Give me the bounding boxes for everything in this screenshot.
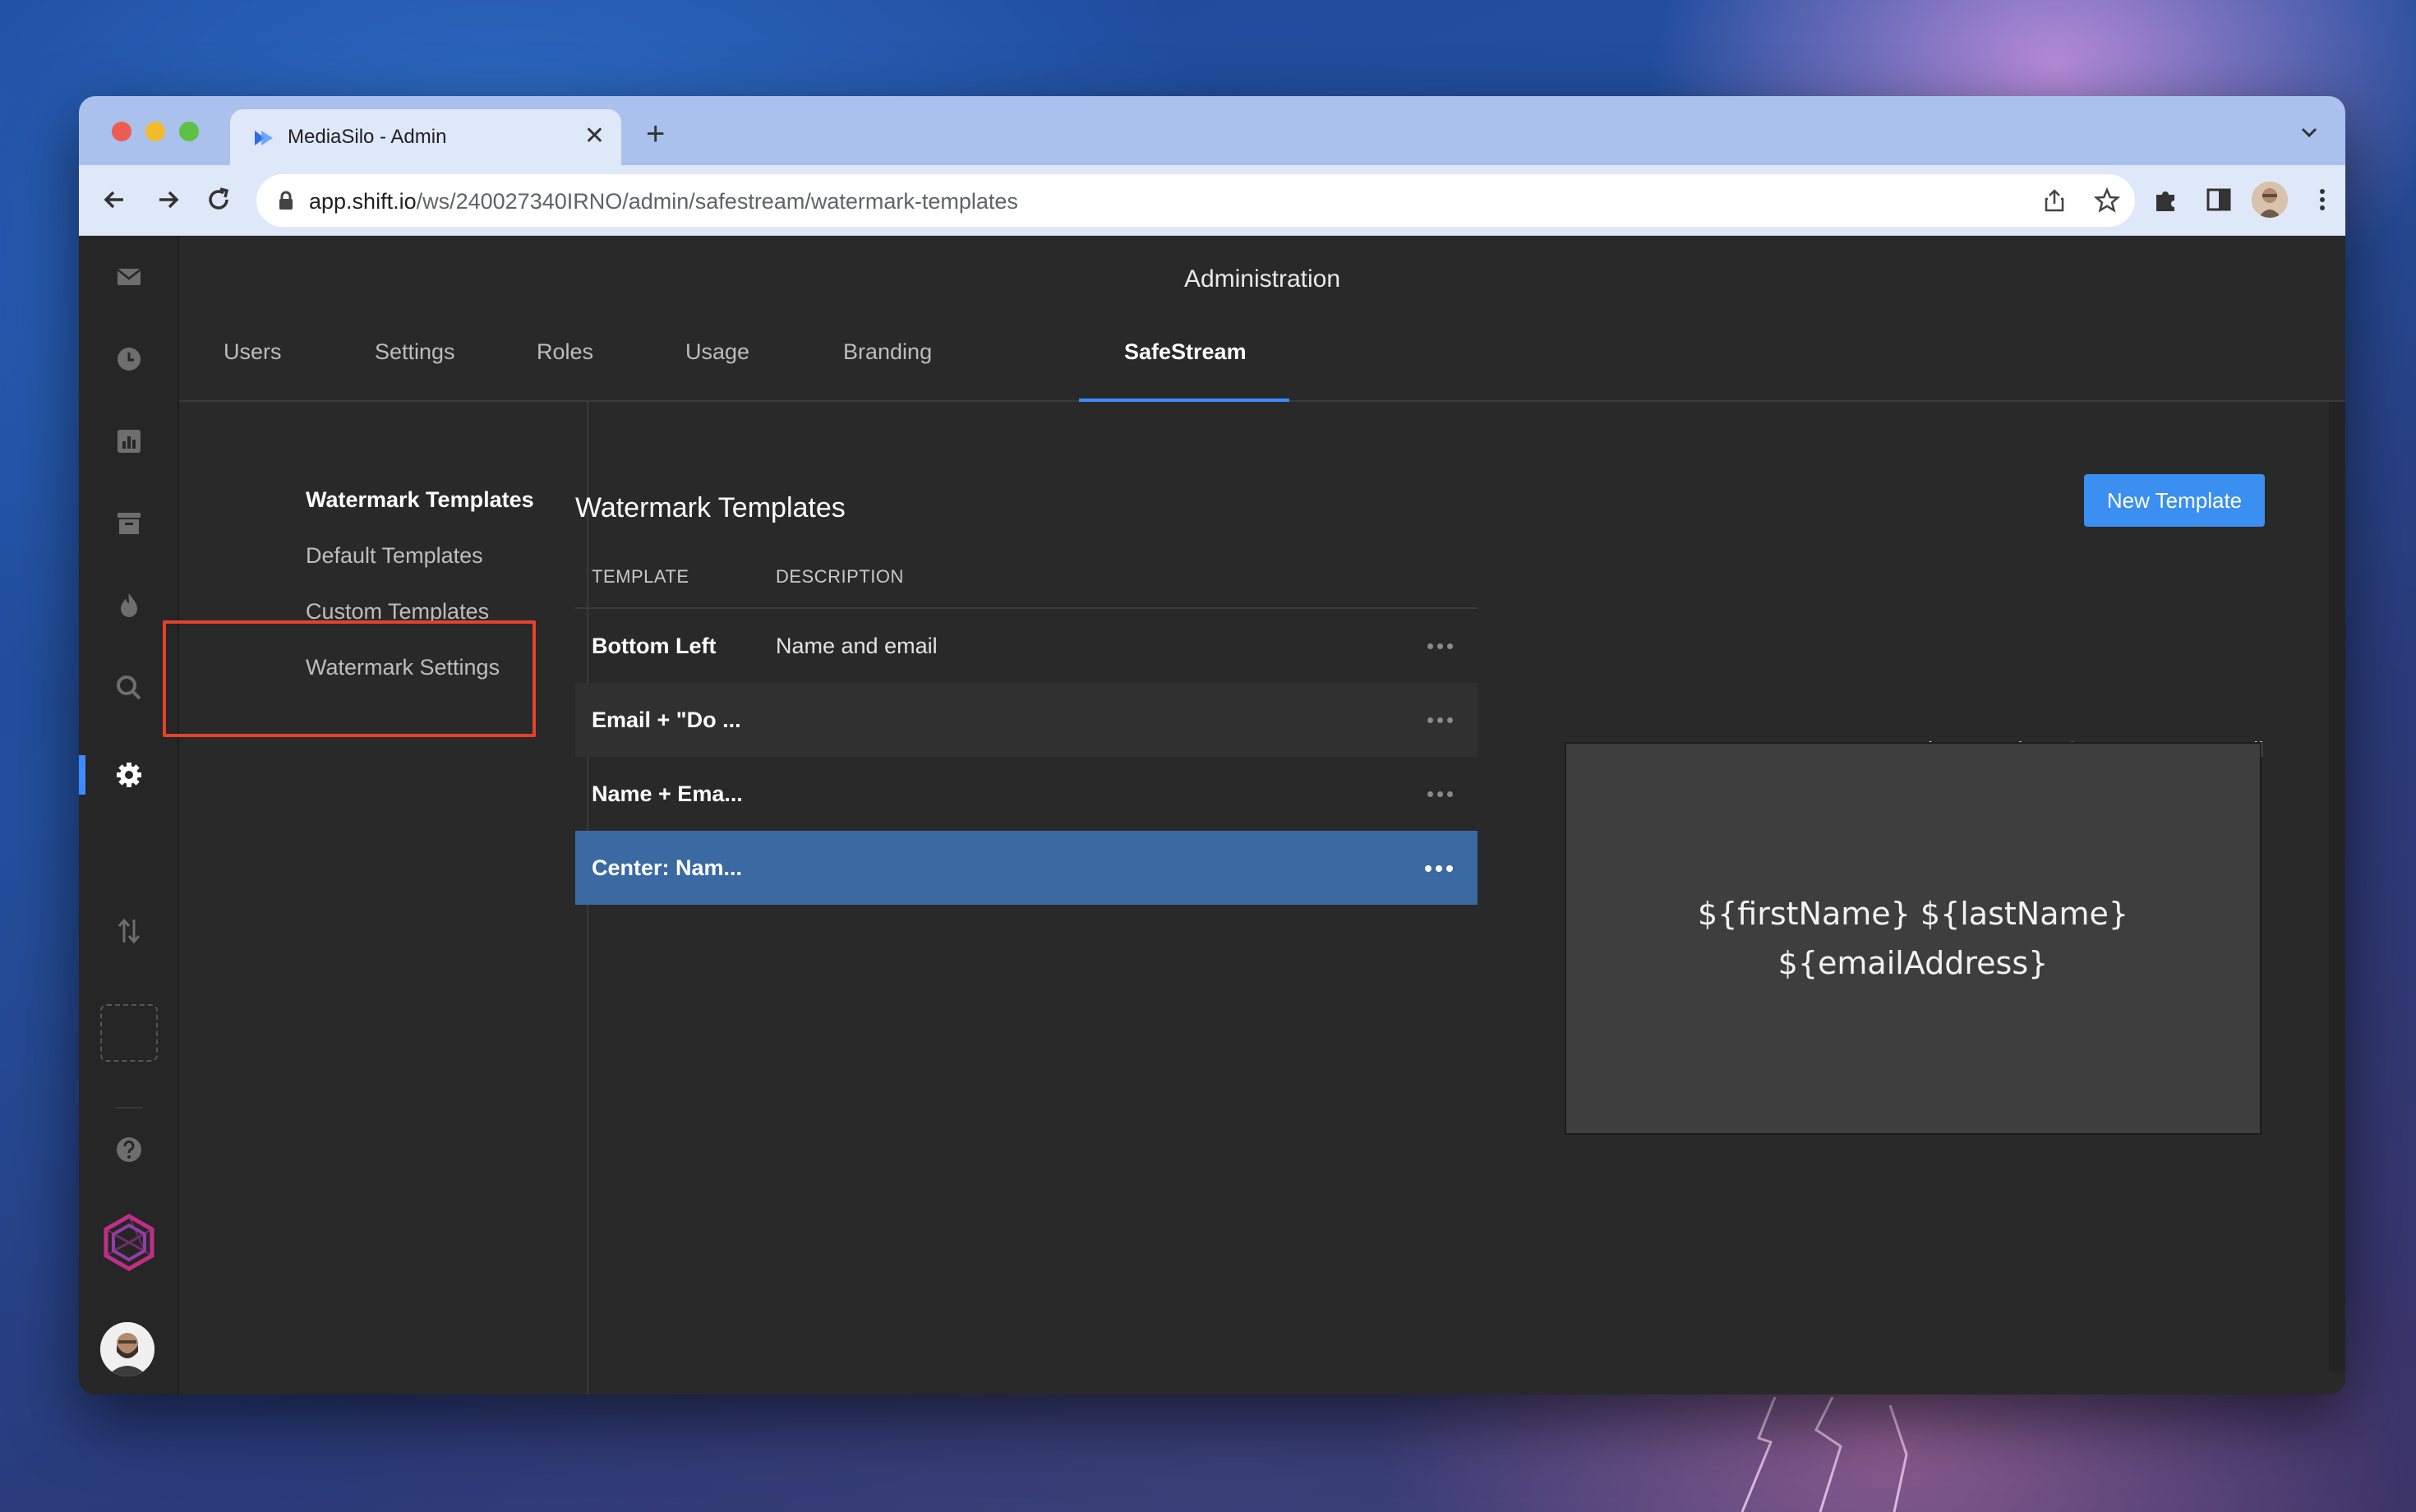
more-options-icon[interactable] <box>1427 643 1453 649</box>
template-description: Name and email <box>776 634 938 658</box>
archive-icon[interactable] <box>114 509 144 538</box>
table-row[interactable]: Bottom Left Name and email <box>575 609 1478 683</box>
kebab-menu-icon[interactable] <box>2308 185 2337 214</box>
table-header: TEMPLATE DESCRIPTION <box>575 538 1478 609</box>
browser-tab[interactable]: MediaSilo - Admin ✕ <box>230 109 621 165</box>
app-area: Administration Users Settings Roles Usag… <box>79 236 2345 1394</box>
watermark-preview: ${firstName} ${lastName} ${emailAddress} <box>1565 742 2262 1135</box>
table-row[interactable]: Email + "Do ... <box>575 683 1478 757</box>
subnav-watermark-templates[interactable]: Watermark Templates <box>306 487 534 513</box>
preview-line-email: ${emailAddress} <box>1777 945 2049 981</box>
lock-icon <box>279 191 293 210</box>
bookmark-star-icon[interactable] <box>2094 187 2120 214</box>
more-options-icon[interactable] <box>1427 717 1453 723</box>
mediasilo-favicon-icon <box>255 131 273 145</box>
active-tab-underline <box>1079 399 1289 402</box>
tab-usage[interactable]: Usage <box>685 339 749 365</box>
more-options-icon[interactable] <box>1425 865 1453 872</box>
gear-icon[interactable] <box>114 760 144 790</box>
address-bar[interactable]: app.shift.io/ws/240027340IRNO/admin/safe… <box>256 174 2135 227</box>
url-host: app.shift.io <box>309 189 417 214</box>
left-rail <box>79 236 179 1394</box>
active-indicator <box>79 755 85 795</box>
tab-roles[interactable]: Roles <box>537 339 593 365</box>
transfer-arrows-icon[interactable] <box>114 916 144 946</box>
new-template-button[interactable]: New Template <box>2084 474 2265 527</box>
more-options-icon[interactable] <box>1427 791 1453 797</box>
browser-window: MediaSilo - Admin ✕ + app.shift.io/ws/24… <box>79 96 2345 1394</box>
template-name: Name + Ema... <box>592 781 743 806</box>
subnav: Watermark Templates Default Templates Cu… <box>179 402 588 1394</box>
scrollbar[interactable] <box>2329 402 2345 1371</box>
brand-logo-icon[interactable] <box>100 1214 158 1271</box>
analytics-icon[interactable] <box>114 426 144 456</box>
title-bar: MediaSilo - Admin ✕ + <box>79 96 2345 165</box>
close-window-button[interactable] <box>112 122 131 141</box>
mail-icon[interactable] <box>114 262 144 292</box>
chevron-down-icon[interactable] <box>2298 121 2321 144</box>
share-icon[interactable] <box>2041 187 2068 214</box>
subnav-default-templates[interactable]: Default Templates <box>306 543 483 569</box>
tab-title: MediaSilo - Admin <box>288 126 447 148</box>
workspace-placeholder[interactable] <box>100 1004 158 1062</box>
side-panel-icon[interactable] <box>2204 185 2234 214</box>
column-header-description: DESCRIPTION <box>776 566 904 587</box>
user-avatar[interactable] <box>100 1322 154 1376</box>
search-icon[interactable] <box>114 673 144 703</box>
clock-icon[interactable] <box>114 344 144 374</box>
table-row-selected[interactable]: Center: Nam... <box>575 831 1478 905</box>
page-title: Administration <box>1183 265 1341 293</box>
profile-avatar[interactable] <box>2252 182 2288 218</box>
tab-users[interactable]: Users <box>224 339 282 365</box>
close-tab-icon[interactable]: ✕ <box>584 122 605 150</box>
user-face-icon <box>100 1322 154 1376</box>
tab-safestream[interactable]: SafeStream <box>1124 339 1247 365</box>
url-text: app.shift.io/ws/240027340IRNO/admin/safe… <box>309 189 1018 214</box>
annotation-highlight-box <box>163 620 536 737</box>
flame-icon[interactable] <box>114 591 144 620</box>
maximize-window-button[interactable] <box>179 122 199 141</box>
rail-divider <box>116 1107 142 1109</box>
new-tab-icon[interactable]: + <box>646 118 665 150</box>
admin-tabs: Users Settings Roles Usage Branding Safe… <box>179 321 2345 402</box>
browser-toolbar: app.shift.io/ws/240027340IRNO/admin/safe… <box>79 165 2345 236</box>
tab-branding[interactable]: Branding <box>843 339 932 365</box>
url-path: /ws/240027340IRNO/admin/safestream/water… <box>416 189 1018 214</box>
back-arrow-icon[interactable] <box>99 183 131 216</box>
profile-face-icon <box>2252 182 2288 218</box>
reload-icon[interactable] <box>202 183 235 216</box>
table-row[interactable]: Name + Ema... <box>575 757 1478 831</box>
template-name: Center: Nam... <box>592 855 743 880</box>
minimize-window-button[interactable] <box>145 122 165 141</box>
tab-settings[interactable]: Settings <box>375 339 455 365</box>
preview-line-name: ${firstName} ${lastName} <box>1697 896 2129 932</box>
help-icon[interactable] <box>114 1135 144 1164</box>
content-title: Watermark Templates <box>575 492 846 523</box>
forward-arrow-icon[interactable] <box>151 183 184 216</box>
templates-table: TEMPLATE DESCRIPTION Bottom Left Name an… <box>575 538 1478 905</box>
template-name: Email + "Do ... <box>592 708 741 732</box>
template-name: Bottom Left <box>592 634 717 658</box>
column-header-template: TEMPLATE <box>592 566 689 587</box>
lightning-background <box>1741 1397 1908 1512</box>
extensions-puzzle-icon[interactable] <box>2151 185 2181 214</box>
